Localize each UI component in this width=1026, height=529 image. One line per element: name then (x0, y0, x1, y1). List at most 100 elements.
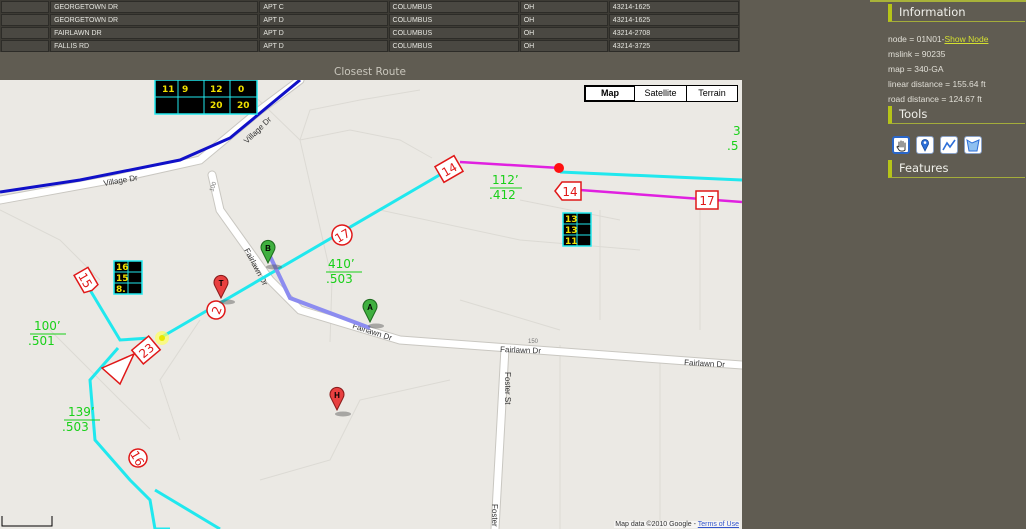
data-table: 13 13 11 (562, 212, 592, 247)
svg-text:A: A (367, 303, 373, 312)
node-tag[interactable]: 15 (73, 266, 99, 294)
pipe-size-label: .412 (489, 188, 516, 202)
node-tag[interactable]: 14 (433, 154, 465, 184)
table-row[interactable]: FALLIS RD APT D COLUMBUS OH 43214-3725 (1, 40, 739, 52)
table-cell: COLUMBUS (388, 27, 519, 39)
table-cell: 43214-3725 (608, 40, 739, 52)
data-table: 11 9 12 0 20 20 (154, 80, 258, 115)
pipe-length-label: 410’ (328, 257, 355, 271)
svg-text:16: 16 (116, 263, 129, 273)
map-view[interactable]: Village Dr Village Dr Fairlawn Dr Fairla… (0, 80, 742, 529)
table-cell: COLUMBUS (388, 14, 519, 26)
table-cell: APT D (259, 40, 388, 52)
place-marker-button[interactable] (916, 136, 934, 154)
map-type-terrain-button[interactable]: Terrain (686, 85, 738, 102)
table-cell (1, 1, 50, 13)
table-cell (1, 27, 50, 39)
svg-text:H: H (334, 391, 340, 400)
hydrant-marker[interactable]: H (329, 386, 351, 417)
draw-line-button[interactable] (940, 136, 958, 154)
map-info: map = 340-GA (888, 64, 944, 74)
mslink-info: mslink = 90235 (888, 49, 946, 59)
street-label: Fairlawn Dr (500, 345, 542, 355)
pipe-length-label: 3 (733, 124, 741, 138)
table-cell: 43214-2708 (608, 27, 739, 39)
table-cell: OH (519, 40, 608, 52)
table-cell (1, 14, 50, 26)
triangle-marker[interactable] (100, 352, 136, 386)
pipe-size-label: .503 (62, 420, 89, 434)
street-label: Fairlawn Dr (684, 358, 726, 369)
table-row[interactable]: GEORGETOWN DR APT C COLUMBUS OH 43214-1625 (1, 1, 739, 13)
map-attribution: Map data ©2010 Google - Terms of Use (614, 521, 740, 528)
street-label: Foster St (490, 504, 499, 529)
node-tag[interactable]: 16 (126, 446, 151, 471)
svg-text:13: 13 (565, 215, 578, 225)
svg-text:12: 12 (210, 85, 223, 95)
table-row[interactable]: FAIRLAWN DR APT D COLUMBUS OH 43214-2708 (1, 27, 739, 39)
terms-of-use-link[interactable]: Terms of Use (698, 521, 739, 528)
node-info: node = 01N01-Show Node (888, 34, 988, 44)
pipe-size-label: .501 (28, 334, 55, 348)
feature-marker[interactable]: T (213, 274, 235, 305)
pipe-size-label: .5 (727, 139, 738, 153)
draw-line-icon (942, 139, 956, 151)
pan-hand-button[interactable] (892, 136, 910, 154)
svg-text:0: 0 (238, 85, 244, 95)
node-tag[interactable]: 14 (554, 181, 582, 201)
road-distance-info: road distance = 124.67 ft (888, 94, 982, 104)
table-cell: 43214-1625 (608, 1, 739, 13)
route-start-marker[interactable]: A (362, 298, 384, 329)
draw-shape-button[interactable] (964, 136, 982, 154)
svg-text:11: 11 (162, 85, 175, 95)
table-cell: COLUMBUS (388, 40, 519, 52)
table-cell: APT D (259, 14, 388, 26)
svg-text:15: 15 (116, 274, 129, 284)
node-label: node = 01N01- (888, 34, 945, 44)
table-cell: GEORGETOWN DR (50, 1, 259, 13)
features-header[interactable]: Features (888, 160, 1025, 178)
pipe-length-label: 112’ (492, 173, 519, 187)
show-node-link[interactable]: Show Node (944, 34, 988, 44)
table-cell: OH (519, 1, 608, 13)
table-cell: FAIRLAWN DR (50, 27, 259, 39)
map-type-map-button[interactable]: Map (584, 85, 636, 102)
svg-text:17: 17 (699, 194, 714, 208)
table-cell: OH (519, 14, 608, 26)
route-caption: Closest Route (333, 66, 406, 78)
draw-shape-icon (966, 139, 980, 152)
node-tag[interactable]: 17 (695, 190, 719, 210)
pipe-length-label: 100’ (34, 319, 61, 333)
map-type-satellite-button[interactable]: Satellite (634, 85, 687, 102)
table-cell: OH (519, 27, 608, 39)
data-table: 16 15 8. (113, 260, 143, 295)
svg-text:20: 20 (237, 101, 250, 111)
svg-text:8.: 8. (116, 285, 126, 295)
map-canvas[interactable]: Village Dr Village Dr Fairlawn Dr Fairla… (0, 80, 742, 529)
information-header[interactable]: Information (888, 4, 1025, 22)
pipe-length-label: 139’ (68, 405, 95, 419)
svg-text:13: 13 (565, 226, 578, 236)
primary-line[interactable] (88, 168, 742, 529)
svg-text:9: 9 (182, 85, 188, 95)
street-label: Foster St (503, 372, 512, 405)
table-cell: APT C (259, 1, 388, 13)
valve-node[interactable] (554, 163, 564, 173)
table-row[interactable]: GEORGETOWN DR APT D COLUMBUS OH 43214-1625 (1, 14, 739, 26)
side-panel: Information node = 01N01-Show Node mslin… (886, 0, 1026, 529)
table-cell: 43214-1625 (608, 14, 739, 26)
svg-text:11: 11 (565, 237, 578, 247)
pipe-size-label: .503 (326, 272, 353, 286)
svg-text:T: T (219, 279, 224, 288)
table-cell: FALLIS RD (50, 40, 259, 52)
place-marker-icon (921, 139, 929, 152)
table-cell (1, 40, 50, 52)
table-cell: GEORGETOWN DR (50, 14, 259, 26)
tools-header[interactable]: Tools (888, 106, 1025, 124)
results-table: GEORGETOWN DR APT C COLUMBUS OH 43214-1625 GE… (0, 0, 740, 52)
svg-text:14: 14 (562, 185, 577, 199)
table-cell: APT D (259, 27, 388, 39)
svg-text:B: B (265, 244, 271, 253)
table-cell: COLUMBUS (388, 1, 519, 13)
linear-distance-info: linear distance = 155.64 ft (888, 79, 986, 89)
